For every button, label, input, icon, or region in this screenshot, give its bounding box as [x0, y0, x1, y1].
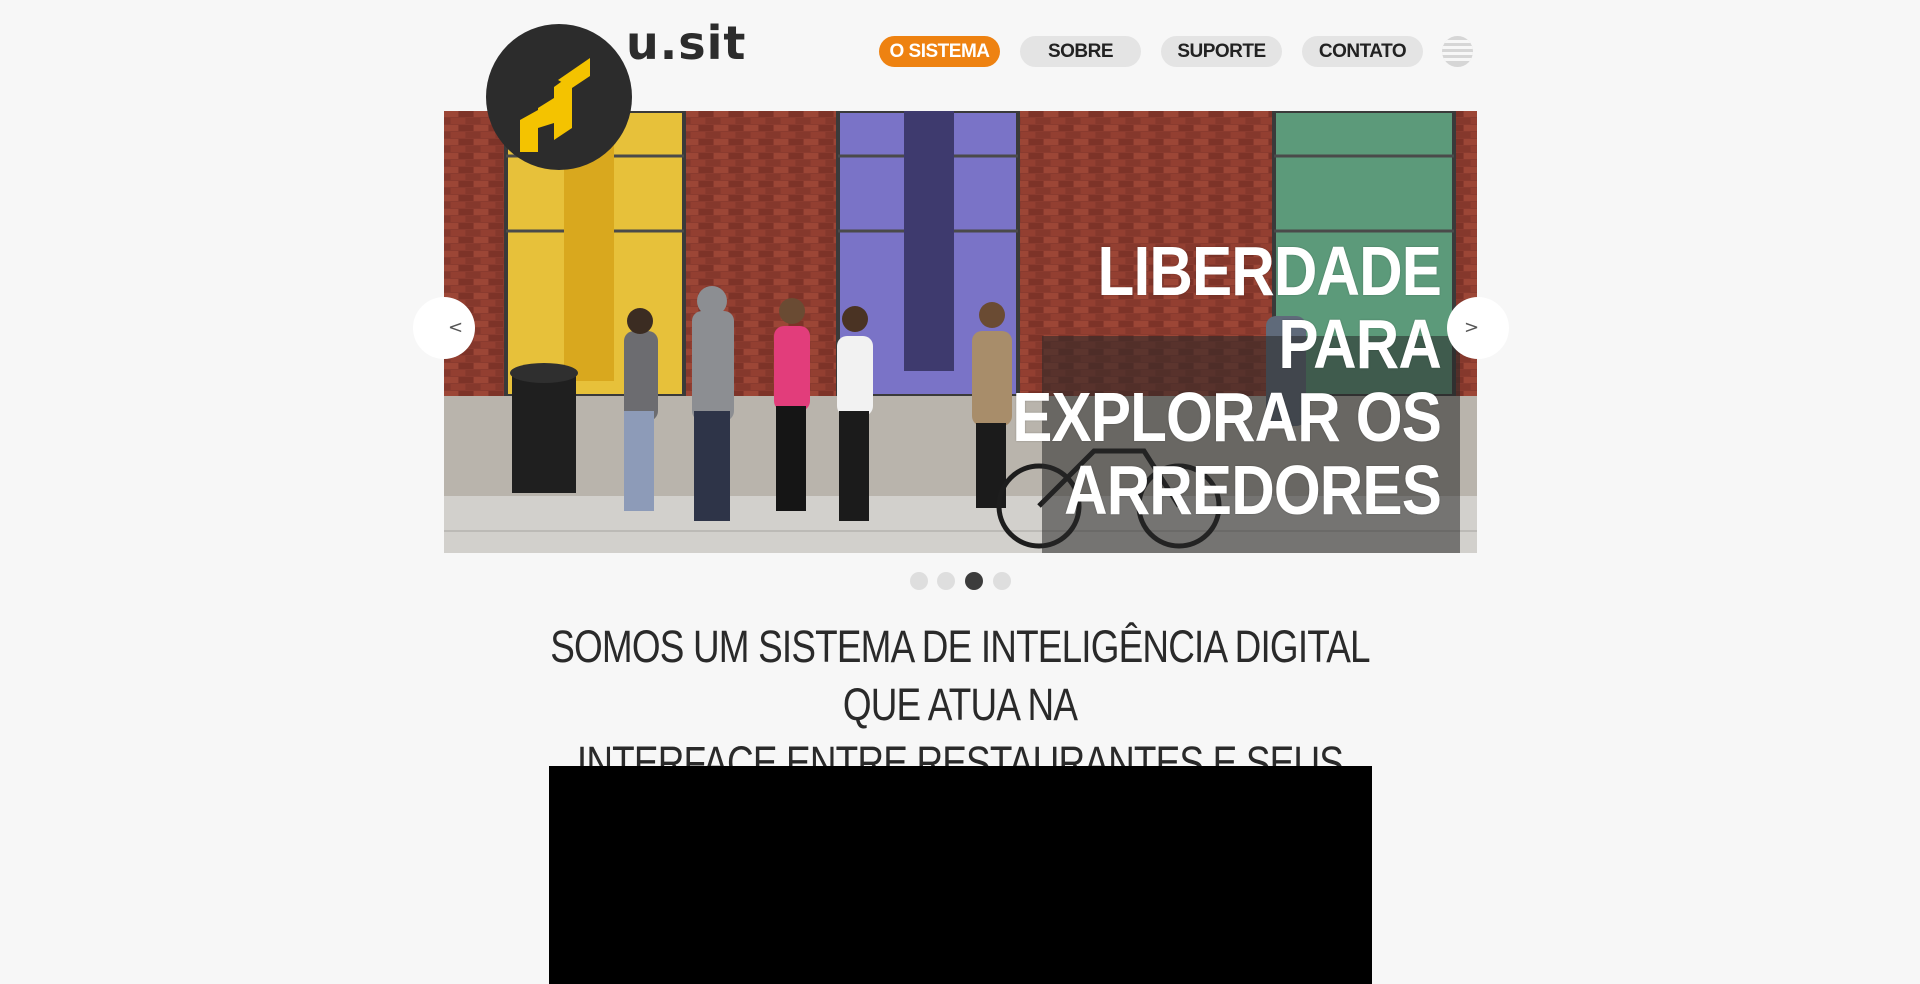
slide-dot-3[interactable] [965, 572, 983, 590]
nav-item-o-sistema[interactable]: O SISTEMA [879, 36, 1000, 67]
slide-dot-4[interactable] [993, 572, 1011, 590]
caption-line: PARA [1278, 305, 1442, 383]
slide-dot-2[interactable] [937, 572, 955, 590]
slide-dot-1[interactable] [910, 572, 928, 590]
nav-item-sobre[interactable]: SOBRE [1020, 36, 1141, 67]
caption-line: EXPLORAR OS [1012, 378, 1442, 456]
chevron-left-icon: < [448, 317, 464, 338]
slider-next-button[interactable]: > [1447, 297, 1509, 359]
logo-icon [520, 58, 590, 152]
hero-caption: LIBERDADE PARA EXPLORAR OS ARREDORES [994, 232, 1442, 529]
video-player[interactable] [549, 766, 1372, 984]
nav-item-suporte[interactable]: SUPORTE [1161, 36, 1282, 67]
nav-item-contato[interactable]: CONTATO [1302, 36, 1423, 67]
tagline-line: SOMOS UM SISTEMA DE INTELIGÊNCIA DIGITAL… [550, 621, 1370, 730]
caption-line: LIBERDADE [1097, 232, 1442, 310]
hero-slider: LIBERDADE PARA EXPLORAR OS ARREDORES [444, 111, 1477, 553]
logo-mark[interactable] [486, 24, 632, 170]
page: u.sit O SISTEMA SOBRE SUPORTE CONTATO LI… [0, 0, 1920, 984]
brand-name[interactable]: u.sit [626, 16, 746, 70]
slider-prev-button[interactable]: < [413, 297, 475, 359]
chevron-right-icon: > [1464, 317, 1480, 338]
caption-line: ARREDORES [1064, 451, 1442, 529]
language-globe-icon[interactable] [1442, 36, 1473, 67]
